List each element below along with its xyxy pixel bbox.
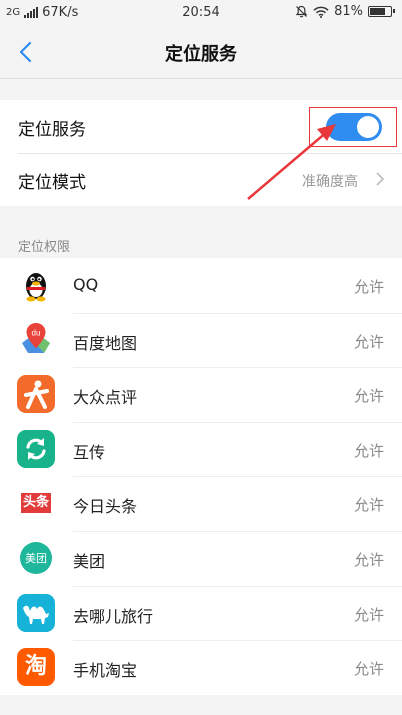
app-permission-value: 允许 — [353, 605, 384, 624]
location-mode-label: 定位模式 — [18, 173, 86, 193]
page-title: 定位服务 — [165, 44, 237, 65]
app-name: 去哪儿旅行 — [73, 606, 154, 626]
app-name: 百度地图 — [73, 333, 138, 353]
app-name: QQ — [73, 275, 99, 294]
app-name: 美团 — [73, 551, 106, 571]
app-permission-value: 允许 — [353, 660, 384, 679]
app-name: 互传 — [73, 442, 106, 462]
toutiao-logo-text: 头条 — [20, 493, 51, 514]
baidu-map-icon: du — [17, 321, 55, 359]
toutiao-icon: 头条 — [17, 484, 55, 523]
app-permission-value: 允许 — [353, 441, 384, 460]
mute-bell-icon — [295, 5, 308, 18]
taobao-icon: 淘 — [17, 648, 55, 687]
location-mode-value: 准确度高 — [302, 174, 358, 190]
app-permission-value: 允许 — [353, 496, 384, 515]
taobao-logo-text: 淘 — [24, 654, 47, 680]
chevron-right-icon — [376, 172, 384, 186]
status-bar: 2G 67K/s 20:54 81% — [0, 0, 402, 26]
wifi-icon — [313, 6, 329, 18]
qunar-camel-icon — [17, 593, 55, 632]
app-permission-value: 允许 — [353, 550, 384, 569]
app-row-dianping[interactable]: 大众点评 允许 — [0, 367, 402, 422]
app-name: 大众点评 — [73, 388, 138, 408]
app-permission-value: 允许 — [353, 278, 384, 296]
app-row-taobao[interactable]: 淘 手机淘宝 允许 — [0, 640, 402, 695]
location-service-toggle[interactable] — [326, 113, 382, 141]
app-row-qq[interactable]: QQ 允许 — [0, 258, 402, 313]
nav-bar: 定位服务 — [0, 26, 402, 79]
toggle-knob — [357, 116, 379, 138]
app-row-baidu-map[interactable]: du 百度地图 允许 — [0, 312, 402, 368]
app-permission-value: 允许 — [353, 387, 384, 406]
app-row-meituan[interactable]: 美团 美团 允许 — [0, 530, 402, 586]
battery-percent: 81% — [334, 4, 363, 19]
app-row-transfer[interactable]: 互传 允许 — [0, 421, 402, 477]
app-row-qunar[interactable]: 去哪儿旅行 允许 — [0, 585, 402, 641]
permissions-header: 定位权限 — [18, 240, 71, 255]
app-name: 手机淘宝 — [73, 661, 138, 681]
meituan-logo-text: 美团 — [20, 541, 52, 574]
app-permission-list: QQ 允许 du 百度地图 允许 大众点评 允许 互传 允许 头条 今日头条 允… — [0, 258, 402, 695]
battery-fill — [370, 8, 385, 15]
location-settings-group: 定位服务 定位模式 准确度高 — [0, 100, 402, 206]
app-row-toutiao[interactable]: 头条 今日头条 允许 — [0, 476, 402, 531]
location-service-label: 定位服务 — [18, 120, 86, 140]
svg-text:du: du — [32, 328, 41, 337]
status-right: 81% — [295, 4, 395, 19]
location-mode-row[interactable]: 定位模式 准确度高 — [0, 153, 402, 206]
dianping-icon — [17, 375, 55, 414]
battery-icon — [368, 6, 395, 17]
location-service-row: 定位服务 — [0, 100, 402, 153]
app-permission-value: 允许 — [353, 332, 384, 351]
meituan-icon: 美团 — [17, 538, 55, 577]
qq-penguin-icon — [17, 266, 55, 304]
app-name: 今日头条 — [73, 497, 138, 517]
transfer-icon — [17, 429, 55, 468]
